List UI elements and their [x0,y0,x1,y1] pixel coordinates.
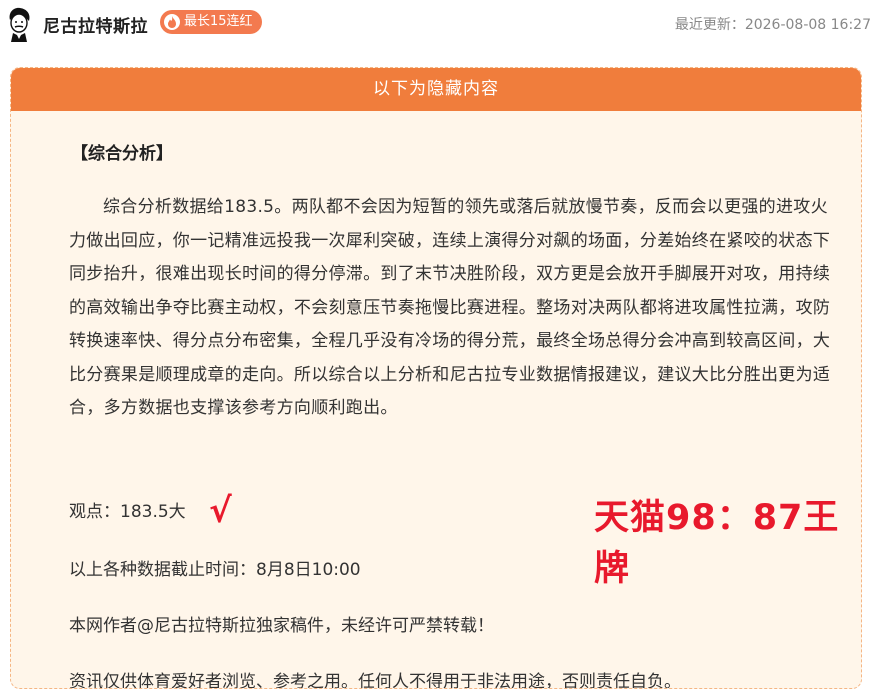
section-title: 【综合分析】 [71,144,173,164]
streak-badge: 最长15连红 [160,10,262,34]
analysis-paragraph: 综合分析数据给183.5。两队都不会因为短暂的领先或落后就放慢节奏，反而会以更强… [69,197,831,418]
data-cutoff-line: 以上各种数据截止时间：8月8日10:00 [69,560,361,580]
author-name[interactable]: 尼古拉特斯拉 [43,12,148,37]
copyright-notice: 本网作者@尼古拉特斯拉独家稿件，未经许可严禁转载！ [69,616,494,636]
last-updated: 最近更新：2026-08-08 16:27 [674,17,871,33]
author-header: 尼古拉特斯拉 最长15连红 最近更新：2026-08-08 16:27 [0,0,875,52]
hidden-content-card: 以下为隐藏内容 【综合分析】 综合分析数据给183.5。两队都不会因为短暂的领先… [10,67,862,689]
check-mark: √ [209,491,232,531]
author-avatar[interactable] [4,6,34,42]
streak-badge-label: 最长15连红 [184,14,253,29]
flame-icon [164,14,180,30]
opinion-line: 观点：183.5大 [69,502,186,522]
result-stamp: 天猫98：87王牌 [594,498,840,589]
hidden-content-banner: 以下为隐藏内容 [11,68,861,111]
disclaimer-notice: 资讯仅供体育爱好者浏览、参考之用。任何人不得用于非法用途，否则责任自负。 [69,672,681,689]
